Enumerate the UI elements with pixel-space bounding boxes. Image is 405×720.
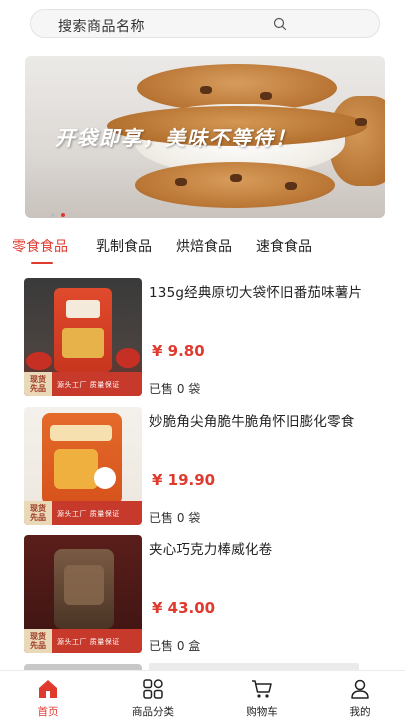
product-price: ¥ 43.00	[152, 599, 216, 617]
tabbar-category[interactable]: 商品分类	[113, 671, 193, 720]
banner-chip	[230, 174, 242, 182]
bag-label	[66, 300, 100, 318]
banner-chip	[355, 118, 367, 126]
search-input[interactable]: 搜索商品名称	[58, 16, 145, 36]
badge-text: 现货 先品	[30, 632, 46, 650]
product-price: ¥ 9.80	[152, 342, 205, 360]
home-icon	[39, 680, 57, 698]
promo-banner[interactable]: 开袋即享，美味不等待！	[25, 56, 385, 218]
product-name[interactable]: 夹心巧克力棒威化卷	[149, 538, 272, 558]
banner-dot[interactable]	[51, 213, 55, 217]
tabbar-label: 商品分类	[132, 706, 174, 718]
product-sold: 已售 0 盒	[149, 639, 201, 653]
product-image[interactable]: 现货 先品 源头工厂 质量保证	[24, 407, 142, 525]
product-sold: 已售 0 袋	[149, 511, 201, 525]
cart-icon	[252, 680, 272, 698]
product-image[interactable]: 现货 先品 源头工厂 质量保证	[24, 535, 142, 653]
banner-dot-active[interactable]	[61, 213, 65, 217]
bag-label	[50, 425, 112, 441]
product-card[interactable]: 现货 先品 源头工厂 质量保证 135g经典原切大袋怀旧番茄味薯片 ¥ 9.80…	[24, 278, 384, 396]
user-icon	[351, 679, 369, 699]
product-sold: 已售 0 袋	[149, 382, 201, 396]
product-name[interactable]: 妙脆角尖角脆牛脆角怀旧膨化零食	[149, 410, 355, 430]
tabbar-label: 购物车	[246, 706, 278, 718]
bottom-tab-bar: 首页 商品分类 购物车 我的	[0, 670, 405, 720]
wafer-window	[64, 565, 104, 605]
tabbar-home[interactable]: 首页	[8, 671, 88, 720]
banner-chip	[285, 182, 297, 190]
banner-indicator	[51, 202, 71, 218]
banner-chip	[260, 92, 272, 100]
tomato-image	[26, 352, 52, 370]
banner-cookie-image	[135, 162, 335, 208]
badge-slogan: 源头工厂 质量保证	[57, 510, 120, 518]
tabbar-label: 首页	[37, 706, 59, 718]
tabbar-cart[interactable]: 购物车	[222, 671, 302, 720]
product-price: ¥ 19.90	[152, 471, 216, 489]
banner-slogan: 开袋即享，美味不等待！	[55, 126, 297, 150]
badge-slogan: 源头工厂 质量保证	[57, 638, 120, 646]
tab-snacks[interactable]: 零食食品	[12, 236, 68, 256]
badge-text: 现货 先品	[30, 375, 46, 393]
tab-bakery[interactable]: 烘焙食品	[176, 236, 232, 256]
product-card[interactable]: 现货 先品 源头工厂 质量保证 夹心巧克力棒威化卷 ¥ 43.00 已售 0 盒	[24, 535, 384, 653]
search-bar[interactable]: 搜索商品名称	[30, 9, 380, 38]
mascot-image	[94, 467, 116, 489]
banner-chip	[200, 86, 212, 94]
product-card[interactable]: 现货 先品 源头工厂 质量保证 妙脆角尖角脆牛脆角怀旧膨化零食 ¥ 19.90 …	[24, 407, 384, 525]
active-tab-indicator	[31, 262, 53, 264]
badge-slogan: 源头工厂 质量保证	[57, 381, 120, 389]
category-icon	[143, 679, 163, 699]
tabbar-profile[interactable]: 我的	[320, 671, 400, 720]
badge-text: 现货 先品	[30, 504, 46, 522]
product-image[interactable]: 现货 先品 源头工厂 质量保证	[24, 278, 142, 396]
product-name[interactable]: 135g经典原切大袋怀旧番茄味薯片	[149, 281, 362, 301]
banner-chip	[175, 178, 187, 186]
snack-window	[54, 449, 98, 489]
tab-instant[interactable]: 速食食品	[256, 236, 312, 256]
search-icon[interactable]	[273, 17, 287, 31]
tabbar-label: 我的	[349, 706, 371, 718]
tomato-image	[116, 348, 140, 368]
tab-dairy[interactable]: 乳制食品	[96, 236, 152, 256]
chips-window	[62, 328, 104, 358]
